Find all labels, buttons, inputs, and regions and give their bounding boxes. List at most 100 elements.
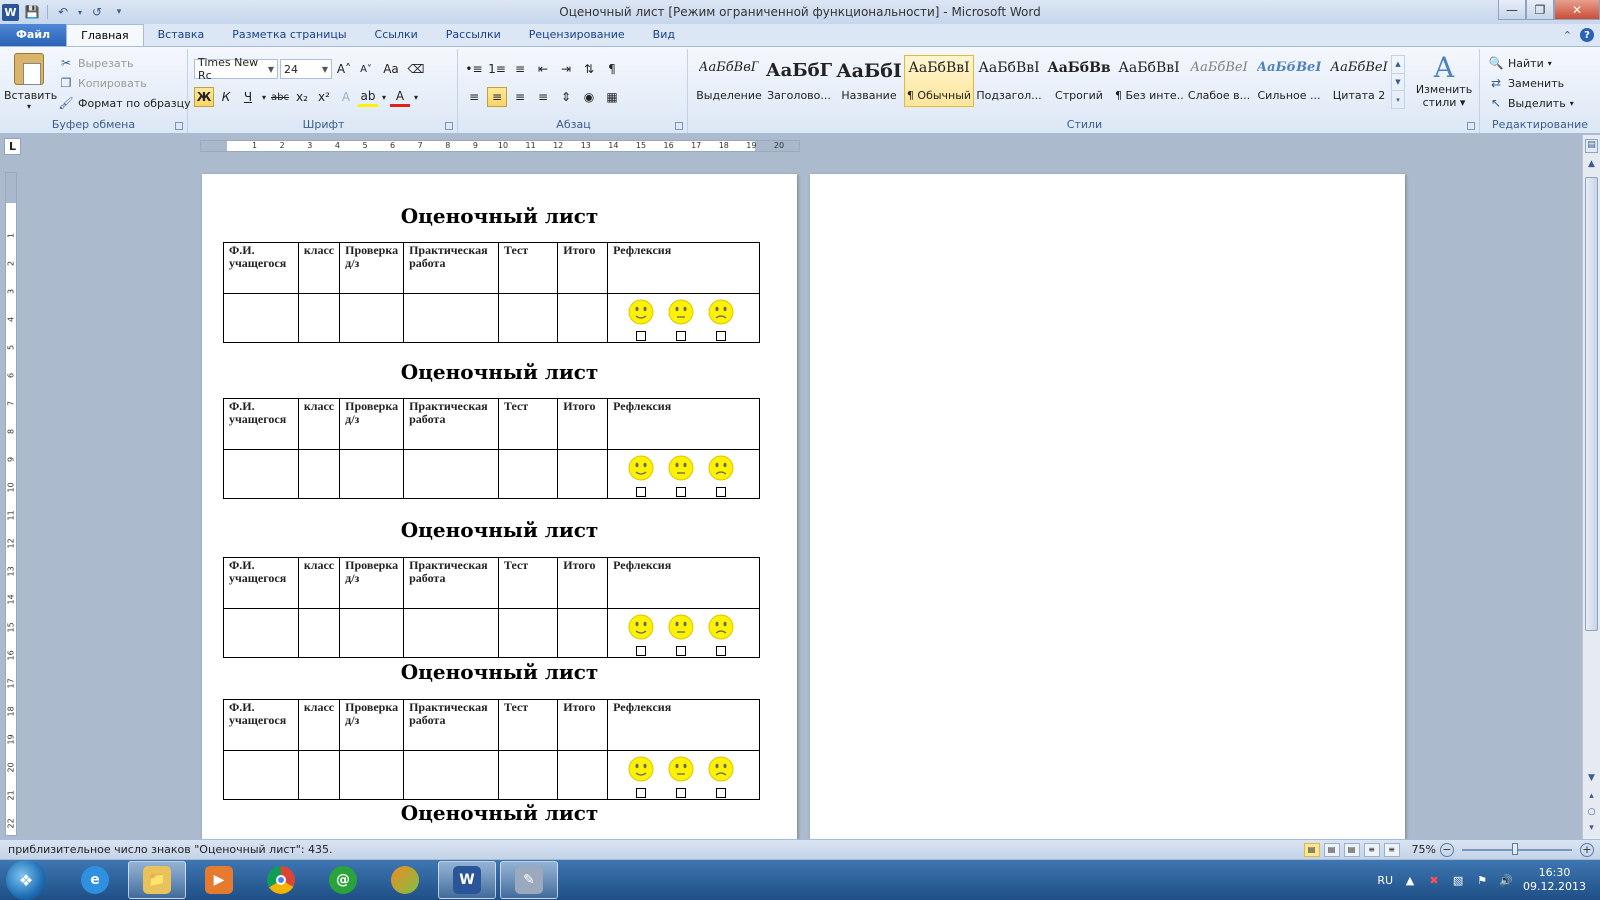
table-header-cell[interactable]: Проверка д/з	[339, 398, 405, 450]
sort-icon[interactable]: ⇅	[579, 59, 599, 79]
minimize-button[interactable]: —	[1498, 0, 1526, 20]
full-screen-reading-icon[interactable]: ▤	[1323, 842, 1340, 857]
show-hidden-icons-icon[interactable]: ▲	[1403, 873, 1417, 887]
smiley-checkbox[interactable]	[636, 788, 647, 798]
shrink-font-button[interactable]: A˅	[356, 59, 376, 79]
replace-button[interactable]: ⇄ Заменить	[1488, 73, 1574, 93]
table-header-cell[interactable]: Ф.И. учащегося	[223, 699, 299, 751]
help-icon[interactable]: ?	[1580, 28, 1594, 42]
table-cell[interactable]	[297, 449, 341, 499]
style-item-heading[interactable]: АаБбГ Заголово...	[764, 55, 834, 107]
horizontal-ruler[interactable]: 1 2 3 4 5 6 7 8 9 10 11 12 13 14 15 16 17 18 19 20	[200, 140, 800, 152]
smiley-checkbox[interactable]	[676, 331, 687, 341]
smiley-checkbox[interactable]	[716, 646, 727, 656]
vertical-scrollbar[interactable]: ▤ ▲ ▼ ▴ ○ ▾	[1582, 135, 1600, 839]
scroll-down-icon[interactable]: ▼	[1585, 773, 1598, 787]
table-cell[interactable]	[339, 750, 405, 800]
style-item-normal[interactable]: АаБбВвI ¶ Обычный	[904, 55, 974, 107]
change-styles-button[interactable]: A Изменить стили ▾	[1411, 53, 1477, 110]
table-cell[interactable]	[297, 750, 341, 800]
table-header-cell[interactable]: Тест	[497, 557, 559, 609]
select-button[interactable]: ↖ Выделить ▾	[1488, 93, 1574, 113]
table-header-cell[interactable]: Итого	[557, 557, 609, 609]
justify-icon[interactable]: ≡	[533, 87, 553, 107]
table-header-cell[interactable]: класс	[297, 242, 341, 294]
align-left-icon[interactable]: ≡	[464, 87, 484, 107]
style-item-subtitle[interactable]: АаБбВвI Подзагол...	[974, 55, 1044, 107]
grade-table[interactable]: Ф.И. учащегося класс Проверка д/з Практичес…	[223, 242, 760, 343]
table-header-cell[interactable]: Тест	[497, 398, 559, 450]
increase-indent-icon[interactable]: ⇥	[556, 59, 576, 79]
close-button[interactable]: ✕	[1554, 0, 1600, 20]
web-layout-icon[interactable]: ▤	[1343, 842, 1360, 857]
table-cell[interactable]	[403, 449, 499, 499]
language-indicator[interactable]: RU	[1377, 874, 1393, 887]
table-cell[interactable]	[223, 750, 299, 800]
grade-table[interactable]: Ф.И. учащегося класс Проверка д/з Практичес…	[223, 398, 760, 499]
scroll-down-icon[interactable]: ▼	[1392, 74, 1404, 92]
clock[interactable]: 16:30 09.12.2013	[1523, 866, 1586, 894]
tab-file[interactable]: Файл	[0, 24, 67, 46]
zoom-slider[interactable]	[1462, 842, 1572, 855]
smiley-checkbox[interactable]	[716, 788, 727, 798]
taskbar-app-ball[interactable]	[376, 861, 434, 899]
table-cell[interactable]	[339, 449, 405, 499]
save-icon[interactable]: 💾	[23, 3, 41, 21]
superscript-button[interactable]: x²	[314, 87, 334, 107]
font-size-combo[interactable]: 24 ▼	[280, 59, 332, 79]
minimize-ribbon-icon[interactable]: ⌃	[1563, 29, 1572, 42]
table-cell[interactable]	[223, 293, 299, 343]
table-cell[interactable]	[339, 293, 405, 343]
style-item-intense-emphasis[interactable]: АаБбВеI Сильное ...	[1254, 55, 1324, 107]
action-center-icon[interactable]: ⚑	[1475, 873, 1489, 887]
table-header-cell[interactable]: Проверка д/з	[339, 699, 405, 751]
table-cell[interactable]	[497, 293, 559, 343]
style-item-strong[interactable]: АаБбВв Строгий	[1044, 55, 1114, 107]
smiley-checkbox[interactable]	[716, 331, 727, 341]
copy-button[interactable]: ❐ Копировать	[58, 73, 191, 93]
taskbar-tool[interactable]: ✎	[500, 861, 558, 899]
table-cell[interactable]	[557, 608, 609, 658]
table-cell[interactable]	[403, 750, 499, 800]
zoom-in-icon[interactable]: +	[1580, 842, 1594, 857]
paste-button[interactable]: Вставить ▾	[4, 53, 57, 111]
table-header-cell[interactable]: Итого	[557, 398, 609, 450]
tab-home[interactable]: Главная	[66, 24, 144, 46]
bullets-icon[interactable]: •≡	[464, 59, 484, 79]
smiley-checkbox[interactable]	[676, 646, 687, 656]
table-header-cell[interactable]: класс	[297, 398, 341, 450]
taskbar-word[interactable]: W	[438, 861, 496, 899]
show-formatting-button[interactable]: ¶	[602, 59, 622, 79]
tab-mailings[interactable]: Рассылки	[432, 24, 515, 46]
tab-view[interactable]: Вид	[639, 24, 689, 46]
font-color-dropdown-icon[interactable]: ▾	[412, 87, 420, 107]
reflection-cell[interactable]	[607, 293, 760, 343]
table-header-cell[interactable]: Ф.И. учащегося	[223, 242, 299, 294]
table-cell[interactable]	[223, 608, 299, 658]
document-page-1[interactable]: Оценочный лист Ф.И. учащегося класс Проверк…	[202, 174, 797, 840]
highlight-dropdown-icon[interactable]: ▾	[380, 87, 388, 107]
table-header-cell[interactable]: Рефлексия	[607, 557, 760, 609]
table-header-cell[interactable]: Практическая работа	[403, 699, 499, 751]
style-item-title[interactable]: АаБбI Название	[834, 55, 904, 107]
font-launcher-icon[interactable]	[445, 122, 453, 130]
table-header-cell[interactable]: Итого	[557, 242, 609, 294]
table-header-cell[interactable]: Практическая работа	[403, 557, 499, 609]
restore-button[interactable]: ❐	[1526, 0, 1554, 20]
draft-view-icon[interactable]: ≡	[1383, 842, 1400, 857]
select-browse-object-icon[interactable]: ○	[1585, 807, 1598, 821]
underline-button[interactable]: Ч	[238, 87, 258, 107]
outline-view-icon[interactable]: ≡	[1363, 842, 1380, 857]
tab-selector[interactable]: L	[4, 138, 21, 155]
table-header-cell[interactable]: Ф.И. учащегося	[223, 557, 299, 609]
table-cell[interactable]	[297, 293, 341, 343]
taskbar-chrome[interactable]	[252, 861, 310, 899]
taskbar-mail-agent[interactable]: @	[314, 861, 372, 899]
smiley-checkbox[interactable]	[636, 646, 647, 656]
align-right-icon[interactable]: ≡	[510, 87, 530, 107]
table-header-cell[interactable]: Ф.И. учащегося	[223, 398, 299, 450]
table-cell[interactable]	[497, 449, 559, 499]
view-ruler-icon[interactable]: ▤	[1585, 139, 1598, 153]
cut-button[interactable]: ✂ Вырезать	[58, 53, 191, 73]
previous-page-icon[interactable]: ▴	[1585, 791, 1598, 805]
